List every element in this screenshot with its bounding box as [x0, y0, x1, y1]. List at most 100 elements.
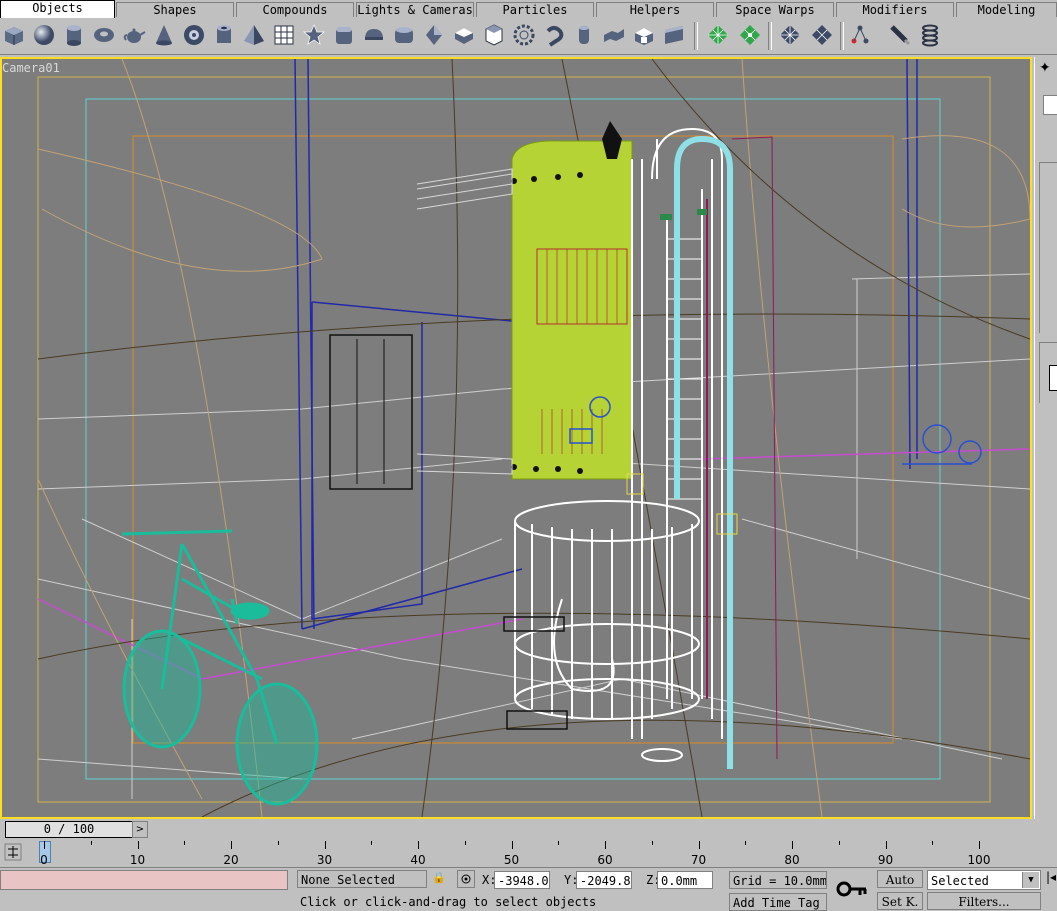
ruler-tick-label: 40 — [410, 853, 426, 867]
key-filter-value: Selected — [931, 874, 989, 888]
torus-knot-icon[interactable] — [480, 21, 508, 49]
star-icon[interactable]: ✦ — [1039, 60, 1051, 76]
time-bar: 0 / 100 > — [0, 819, 1057, 839]
z-coordinate-field[interactable]: 0.0mm — [657, 871, 713, 889]
command-tab-bar: Objects Shapes Compounds Lights & Camera… — [0, 0, 1057, 19]
panel-button[interactable] — [1043, 95, 1057, 115]
ruler-tick-label: 90 — [877, 853, 894, 867]
tab-objects[interactable]: Objects — [0, 0, 115, 18]
spring-icon[interactable] — [916, 21, 944, 49]
ruler-tick-label: 80 — [784, 853, 800, 867]
prism-icon[interactable] — [630, 21, 658, 49]
color-swatch[interactable] — [1049, 365, 1057, 391]
ruler-tick — [511, 841, 513, 849]
geosphere-icon[interactable] — [180, 21, 208, 49]
ruler-tick — [838, 841, 840, 845]
y-coordinate-field[interactable]: -2049.87 — [576, 871, 632, 889]
cylinder-icon[interactable] — [60, 21, 88, 49]
ruler-tick — [885, 841, 887, 849]
hose-icon[interactable] — [540, 21, 568, 49]
status-bar: None Selected 🔒 X: -3948.05 Y: -2049.87 … — [0, 867, 1057, 911]
capsule-icon[interactable] — [390, 21, 418, 49]
time-slider[interactable]: 0 / 100 — [5, 821, 133, 838]
box-icon[interactable] — [0, 21, 28, 49]
cone-icon[interactable] — [150, 21, 178, 49]
hedra-icon[interactable] — [300, 21, 328, 49]
set-key-button[interactable]: Set K. — [877, 892, 923, 910]
ruler-tick — [979, 841, 980, 849]
scene-wireframe — [37, 59, 1030, 817]
ruler-tick — [137, 841, 139, 849]
viewport-label[interactable]: Camera01 — [2, 61, 60, 75]
pyramid-icon[interactable] — [240, 21, 268, 49]
l-ext-icon[interactable] — [570, 21, 598, 49]
absolute-mode-icon[interactable] — [457, 870, 475, 888]
spindle-icon[interactable] — [420, 21, 448, 49]
auto-key-button[interactable]: Auto — [877, 870, 923, 888]
key-icon[interactable] — [832, 874, 870, 908]
track-bar[interactable]: 0 10 20 30 40 50 60 70 80 90 100 — [0, 839, 1057, 867]
nurbs-icon[interactable] — [808, 21, 836, 49]
frame-ruler[interactable]: 0 10 20 30 40 50 60 70 80 90 100 — [39, 841, 994, 867]
tab-particles[interactable]: Particles — [476, 2, 594, 17]
key-filter-dropdown[interactable]: Selected ▼ — [927, 870, 1041, 890]
chamfer-box-icon[interactable] — [330, 21, 358, 49]
rollout-frame — [1039, 162, 1057, 333]
ruler-tick — [277, 841, 279, 845]
tab-modeling[interactable]: Modeling — [956, 2, 1057, 17]
ruler-tick-label: 10 — [129, 853, 146, 867]
ruler-tick — [698, 841, 700, 849]
ruler-tick-label: 20 — [223, 853, 239, 867]
teapot-icon[interactable] — [120, 21, 148, 49]
time-slider-next-button[interactable]: > — [132, 821, 148, 838]
link-icon[interactable] — [846, 21, 874, 49]
c-ext-icon[interactable] — [600, 21, 628, 49]
chevron-down-icon[interactable]: ▼ — [1022, 872, 1039, 888]
tube-icon[interactable] — [210, 21, 238, 49]
tab-compounds[interactable]: Compounds — [236, 2, 354, 17]
key-filters-button[interactable]: Filters... — [927, 892, 1041, 910]
add-time-tag-button[interactable]: Add Time Tag — [729, 893, 827, 911]
ruler-tick-label: 60 — [597, 853, 613, 867]
mesh-select-icon[interactable] — [704, 21, 732, 49]
tab-lights-cameras[interactable]: Lights & Cameras — [356, 2, 474, 17]
mesh-icon[interactable] — [660, 21, 688, 49]
ruler-tick — [44, 841, 45, 849]
ruler-tick — [932, 841, 934, 845]
patch-icon[interactable] — [736, 21, 764, 49]
gengon-icon[interactable] — [450, 21, 478, 49]
command-panel: ✦ — [1034, 57, 1057, 819]
edit-icon[interactable] — [886, 21, 914, 49]
go-to-start-icon[interactable]: |◂ — [1046, 870, 1057, 890]
ruler-tick — [324, 841, 326, 849]
x-coordinate-field[interactable]: -3948.05 — [494, 871, 550, 889]
torus-icon[interactable] — [90, 21, 118, 49]
selection-count: None Selected — [297, 870, 427, 888]
toolbar-separator — [694, 22, 698, 50]
patch-select-icon[interactable] — [776, 21, 804, 49]
tab-helpers[interactable]: Helpers — [596, 2, 714, 17]
tab-shapes[interactable]: Shapes — [116, 2, 234, 17]
status-prompt: Click or click-and-drag to select object… — [297, 893, 723, 911]
ruler-tick — [231, 841, 232, 849]
bicycle-wireframe — [121, 529, 319, 806]
maxscript-listener[interactable] — [0, 870, 288, 890]
oil-tank-icon[interactable] — [360, 21, 388, 49]
ruler-tick — [745, 841, 747, 845]
toolbar-separator — [840, 22, 844, 50]
tab-space-warps[interactable]: Space Warps — [716, 2, 834, 17]
ruler-tick-label: 50 — [503, 853, 520, 867]
ring-wave-icon[interactable] — [510, 21, 538, 49]
ruler-tick — [605, 841, 606, 849]
lock-icon[interactable]: 🔒 — [432, 871, 446, 887]
plane-icon[interactable] — [270, 21, 298, 49]
ruler-tick — [792, 841, 793, 849]
ruler-tick-label: 100 — [967, 853, 991, 867]
camera-viewport[interactable]: Camera01 — [0, 57, 1032, 819]
ruler-tick — [90, 841, 92, 845]
track-bar-icon[interactable] — [4, 843, 22, 861]
sphere-icon[interactable] — [30, 21, 58, 49]
tab-modifiers[interactable]: Modifiers — [836, 2, 954, 17]
ruler-tick-label: 30 — [316, 853, 333, 867]
ruler-tick — [371, 841, 373, 845]
